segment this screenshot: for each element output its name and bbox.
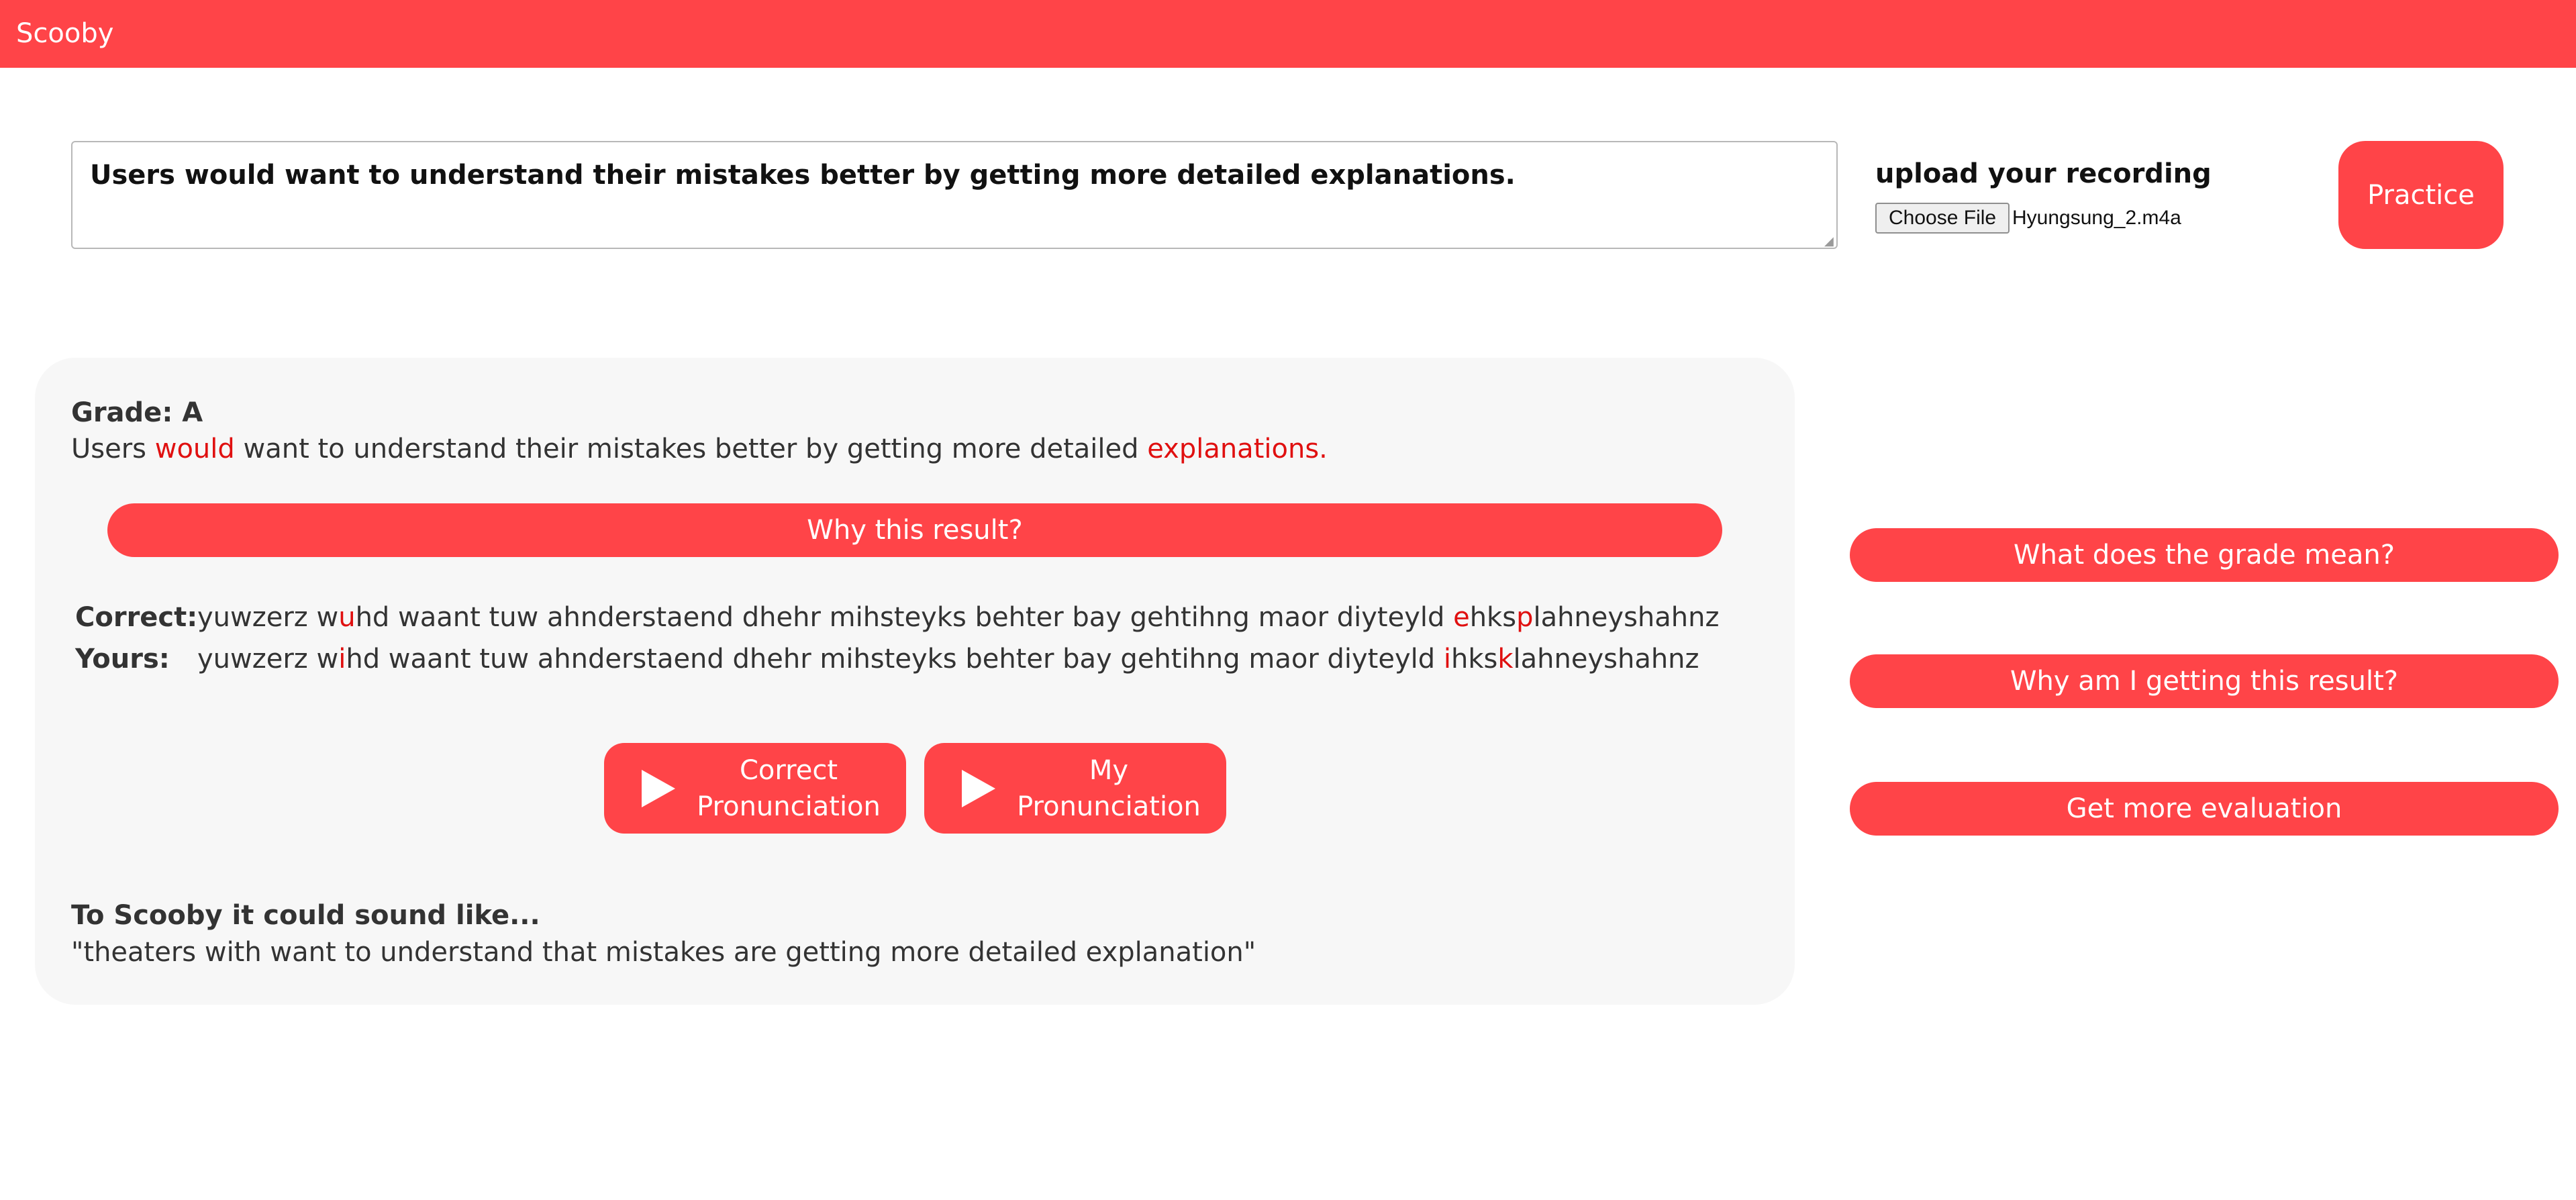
phonetic-error: u [338, 602, 356, 633]
sentence-segment: Users [71, 434, 155, 464]
phonetic-segment: hks [1469, 602, 1517, 633]
phonetic-segment: hd waant tuw ahnderstaend dhehr mihsteyk… [346, 644, 1444, 674]
correct-phonetic: yuwzerz wuhd waant tuw ahnderstaend dheh… [197, 601, 1719, 634]
phonetic-segment: yuwzerz w [197, 644, 339, 674]
choose-file-button[interactable]: Choose File [1875, 203, 2010, 234]
correct-pronunciation-button[interactable]: Correct Pronunciation [604, 743, 906, 834]
upload-label: upload your recording [1875, 158, 2212, 189]
phonetic-segment: hks [1450, 644, 1498, 674]
phonetic-error: i [1443, 644, 1451, 674]
sentence-input[interactable] [71, 141, 1838, 249]
why-getting-result-button[interactable]: Why am I getting this result? [1850, 654, 2559, 708]
practice-button[interactable]: Practice [2338, 141, 2504, 249]
my-pronunciation-button[interactable]: My Pronunciation [924, 743, 1226, 834]
phonetic-error: k [1497, 644, 1514, 674]
play-icon [962, 770, 995, 807]
button-label-line: Pronunciation [1017, 791, 1201, 822]
phonetic-segment: hd waant tuw ahnderstaend dhehr mihsteyk… [355, 602, 1454, 633]
phonetic-segment: lahneyshahnz [1513, 644, 1699, 674]
sentence-error-word: explanations. [1147, 434, 1328, 464]
phonetic-error: e [1453, 602, 1470, 633]
get-more-evaluation-button[interactable]: Get more evaluation [1850, 782, 2559, 836]
why-this-result-button[interactable]: Why this result? [107, 503, 1722, 557]
button-label-line: My [1089, 754, 1129, 786]
phonetic-error: i [338, 644, 346, 674]
correct-label: Correct: [75, 602, 198, 633]
sound-like-text: "theaters with want to understand that m… [71, 937, 1256, 968]
grade-meaning-button[interactable]: What does the grade mean? [1850, 528, 2559, 582]
selected-file-name: Hyungsung_2.m4a [2012, 207, 2181, 229]
yours-phonetic: yuwzerz wihd waant tuw ahnderstaend dheh… [197, 642, 1699, 676]
sentence-segment: want to understand their mistakes better… [234, 434, 1148, 464]
grade-text: Grade: A [71, 397, 203, 428]
yours-label: Yours: [75, 644, 170, 674]
graded-sentence: Users would want to understand their mis… [71, 432, 1328, 466]
phonetic-error: p [1516, 602, 1534, 633]
button-label-line: Correct [740, 754, 838, 786]
phonetic-segment: yuwzerz w [197, 602, 339, 633]
sentence-error-word: would [154, 434, 235, 464]
top-bar: Scooby [0, 0, 2576, 68]
phonetic-segment: lahneyshahnz [1533, 602, 1720, 633]
button-label-line: Pronunciation [697, 791, 881, 822]
app-title[interactable]: Scooby [16, 17, 113, 50]
resize-grip-icon[interactable]: ◢ [1824, 236, 1836, 248]
play-icon [642, 770, 675, 807]
sound-like-title: To Scooby it could sound like... [71, 900, 540, 931]
